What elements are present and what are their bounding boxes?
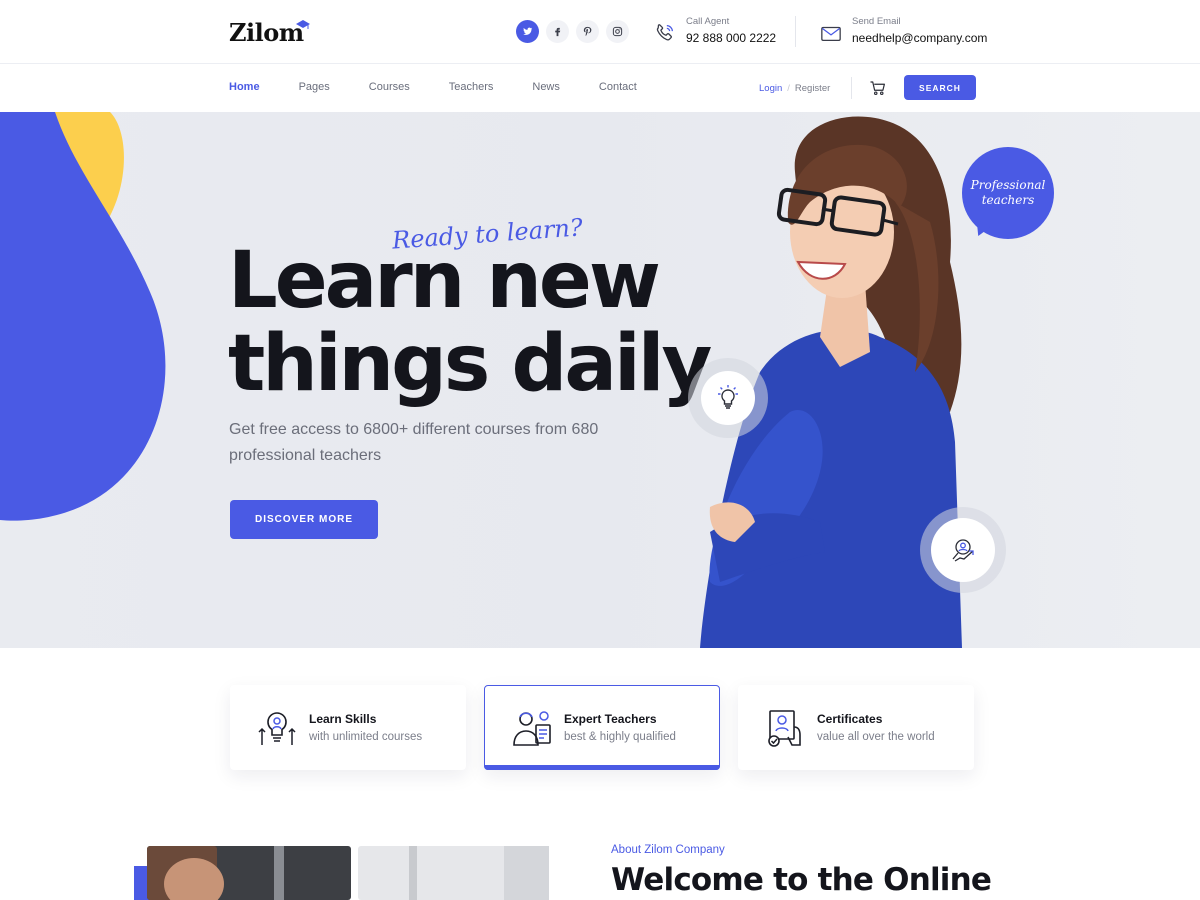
hero-subtitle: Get free access to 6800+ different cours… bbox=[229, 421, 599, 464]
login-link[interactable]: Login bbox=[759, 83, 782, 94]
nav-news[interactable]: News bbox=[532, 81, 560, 93]
hero-title-line1: Learn new bbox=[228, 236, 661, 326]
call-label: Call Agent bbox=[686, 16, 730, 27]
phone-icon bbox=[656, 24, 673, 41]
feature-title: Learn Skills bbox=[309, 712, 377, 726]
email-label: Send Email bbox=[852, 16, 901, 27]
hero-title-line2: things daily bbox=[228, 319, 712, 409]
teacher-icon bbox=[513, 710, 551, 746]
discover-more-button[interactable]: DISCOVER MORE bbox=[230, 500, 378, 539]
feature-desc: with unlimited courses bbox=[309, 731, 423, 743]
call-agent[interactable]: Call Agent 92 888 000 2222 bbox=[654, 16, 776, 45]
certificate-icon bbox=[768, 709, 801, 747]
auth-separator: / bbox=[787, 83, 790, 94]
facebook-icon[interactable] bbox=[546, 20, 569, 43]
send-email[interactable]: Send Email needhelp@company.com bbox=[820, 16, 987, 45]
about-kicker: About Zilom Company bbox=[611, 844, 725, 856]
feature-desc: best & highly qualified bbox=[564, 731, 676, 743]
career-growth-icon bbox=[952, 539, 974, 562]
email-address: needhelp@company.com bbox=[852, 31, 988, 45]
nav-contact[interactable]: Contact bbox=[599, 81, 637, 93]
brand-logo[interactable]: Zilom bbox=[229, 18, 304, 47]
lightbulb-icon bbox=[718, 385, 738, 409]
social-links bbox=[516, 20, 629, 43]
feature-card-expert-teachers[interactable]: Expert Teachers best & highly qualified bbox=[484, 685, 720, 770]
feature-desc: value all over the world bbox=[817, 731, 935, 743]
feature-card-certificates[interactable]: Certificates value all over the world bbox=[738, 685, 974, 770]
hero-section: Ready to learn? Learn new things daily G… bbox=[0, 112, 1200, 648]
register-link[interactable]: Register bbox=[795, 83, 830, 94]
cart-icon[interactable] bbox=[869, 79, 887, 97]
main-nav: Home Pages Courses Teachers News Contact… bbox=[0, 64, 1200, 112]
graduation-cap-icon bbox=[296, 20, 310, 29]
idea-float-badge bbox=[688, 358, 768, 438]
features-row: Learn Skills with unlimited courses Expe… bbox=[230, 685, 974, 770]
nav-teachers[interactable]: Teachers bbox=[449, 81, 494, 93]
divider bbox=[851, 77, 852, 99]
pinterest-icon[interactable] bbox=[576, 20, 599, 43]
auth-links: Login / Register bbox=[759, 83, 830, 94]
nav-links: Home Pages Courses Teachers News Contact bbox=[229, 81, 676, 93]
float-badge-inner bbox=[931, 518, 995, 582]
about-title: Welcome to the Online bbox=[611, 862, 992, 898]
search-button[interactable]: SEARCH bbox=[904, 75, 976, 100]
badge-line2: teachers bbox=[981, 193, 1035, 207]
instagram-icon[interactable] bbox=[606, 20, 629, 43]
about-images bbox=[134, 846, 549, 900]
float-badge-inner bbox=[701, 371, 755, 425]
feature-title: Certificates bbox=[817, 712, 883, 726]
bulb-growth-icon bbox=[258, 711, 296, 745]
growth-float-badge bbox=[920, 507, 1006, 593]
feature-title: Expert Teachers bbox=[564, 712, 657, 726]
twitter-icon[interactable] bbox=[516, 20, 539, 43]
decorative-blob bbox=[0, 112, 166, 521]
hero-title: Learn new things daily bbox=[228, 236, 712, 409]
divider bbox=[795, 16, 796, 47]
feature-card-learn-skills[interactable]: Learn Skills with unlimited courses bbox=[230, 685, 466, 770]
nav-courses[interactable]: Courses bbox=[369, 81, 410, 93]
nav-home[interactable]: Home bbox=[229, 81, 260, 93]
envelope-icon bbox=[821, 26, 841, 41]
call-number: 92 888 000 2222 bbox=[686, 31, 777, 45]
top-bar: Zilom Call Agent 92 888 000 2222 Send Em… bbox=[0, 0, 1200, 64]
badge-line1: Professional bbox=[970, 178, 1046, 192]
nav-pages[interactable]: Pages bbox=[299, 81, 330, 93]
